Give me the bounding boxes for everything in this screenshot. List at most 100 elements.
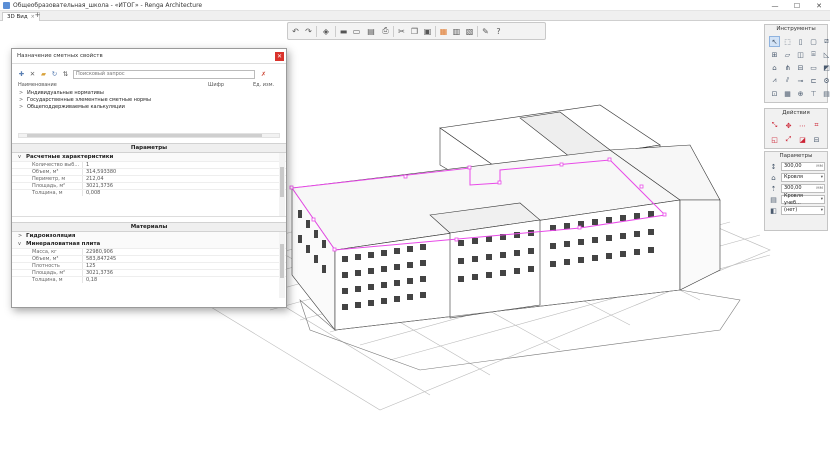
scrollbar-thumb[interactable]	[27, 134, 262, 137]
tree-item[interactable]: > Общеподдерживаемые калькуляции	[12, 103, 286, 110]
param-row[interactable]: Количество выб... 1	[12, 161, 286, 168]
roof-icon[interactable]: ⌂	[769, 62, 780, 73]
door-icon[interactable]: ▢	[808, 36, 819, 47]
axis-icon[interactable]: ⊕	[795, 88, 806, 99]
add-icon[interactable]: ✚	[18, 70, 25, 78]
cut-icon[interactable]: ✂	[396, 26, 407, 37]
level-icon[interactable]: ⊤	[808, 88, 819, 99]
layers-icon[interactable]: ▦	[438, 26, 449, 37]
param-row[interactable]: Масса, кг 22980,906	[12, 248, 286, 255]
expand-icon[interactable]: >	[19, 104, 27, 110]
sort-icon[interactable]: ⇅	[62, 70, 69, 78]
copy-icon[interactable]: ⤢	[783, 134, 794, 145]
move-icon[interactable]: ⤡	[769, 120, 780, 131]
scale-icon[interactable]: ⌗	[811, 120, 822, 131]
ramp-icon[interactable]: ◺	[821, 49, 830, 60]
refresh-icon[interactable]: ↻	[51, 70, 58, 78]
material-group[interactable]: v Минераловатная плита	[12, 240, 286, 248]
walls-icon[interactable]: ▬	[338, 26, 349, 37]
search-input[interactable]	[73, 69, 255, 79]
measure-icon[interactable]: ⊡	[769, 88, 780, 99]
drawing-icon[interactable]: ▤	[821, 88, 830, 99]
param-row[interactable]: Толщина, м 0,18	[12, 276, 286, 283]
column-unit[interactable]: Ед. изм.	[253, 82, 274, 88]
print-icon[interactable]: ⎙	[380, 26, 391, 37]
height-field[interactable]: 300,00 мм	[781, 162, 825, 171]
rebar-icon[interactable]: ⫽	[782, 75, 793, 86]
tree-item[interactable]: > Индивидуальные нормативы	[12, 89, 286, 96]
undo-icon[interactable]: ↶	[290, 26, 301, 37]
cursor-icon[interactable]: ↖	[769, 36, 780, 47]
floor-icon[interactable]: ▭	[351, 26, 362, 37]
param-row[interactable]: Объем, м³ 314,593380	[12, 168, 286, 175]
minimize-button[interactable]: —	[764, 0, 786, 11]
material-select[interactable]: (нет) ▾	[781, 206, 825, 215]
equipment-icon[interactable]: ⚙	[821, 75, 830, 86]
stair-icon[interactable]: ⌸	[808, 49, 819, 60]
plate-icon[interactable]: ▭	[808, 62, 819, 73]
close-window-button[interactable]: ✕	[808, 0, 830, 11]
align-icon[interactable]: ◪	[797, 134, 808, 145]
text-icon[interactable]: ▦	[782, 88, 793, 99]
delete-icon[interactable]: ✕	[29, 70, 36, 78]
param-row[interactable]: Плотность 125	[12, 262, 286, 269]
wall-icon[interactable]: ⬚	[782, 36, 793, 47]
column-name[interactable]: Наименование	[18, 82, 208, 88]
expand-icon[interactable]: >	[19, 97, 27, 103]
param-row[interactable]: Площадь, м² 3021,3736	[12, 182, 286, 189]
slab-icon[interactable]: ▱	[782, 49, 793, 60]
duct-icon[interactable]: ⊏	[808, 75, 819, 86]
grid-icon[interactable]: ▥	[451, 26, 462, 37]
chevron-down-icon[interactable]: ▾	[821, 207, 824, 214]
tab-bar: 3D Вид × +	[0, 11, 830, 21]
style-select[interactable]: Кровля учеб... ▾	[781, 193, 825, 206]
room-icon[interactable]: ◫	[795, 49, 806, 60]
calc-icon[interactable]: ▧	[464, 26, 475, 37]
collapse-icon[interactable]: v	[18, 154, 26, 160]
redo-icon[interactable]: ↷	[303, 26, 314, 37]
param-row[interactable]: Площадь, м² 3021,3736	[12, 269, 286, 276]
expand-icon[interactable]: >	[19, 90, 27, 96]
dialog-close-button[interactable]: ✕	[275, 52, 284, 61]
tree-item[interactable]: > Государственные элементные сметные нор…	[12, 96, 286, 103]
level-select[interactable]: Кровля ▾	[781, 173, 825, 182]
materials-scrollbar[interactable]	[279, 232, 285, 298]
rotate-icon[interactable]: ✥	[783, 120, 794, 131]
material-group[interactable]: > Гидроизоляция	[12, 232, 286, 240]
param-row[interactable]: Объем, м³ 583,847245	[12, 255, 286, 262]
beam-icon[interactable]: ⧄	[821, 36, 830, 47]
column-code[interactable]: Шифр	[208, 82, 253, 88]
folder-icon[interactable]: ▰	[40, 70, 47, 78]
add-tab-button[interactable]: +	[33, 12, 42, 20]
settings-icon[interactable]: ✎	[480, 26, 491, 37]
chevron-down-icon[interactable]: ▾	[821, 174, 824, 181]
help-icon[interactable]: ?	[493, 26, 504, 37]
params-group[interactable]: v Расчетные характеристики	[12, 153, 286, 161]
scrollbar-thumb[interactable]	[280, 244, 284, 278]
opening-icon[interactable]: ⊟	[795, 62, 806, 73]
mirror-icon[interactable]: ⋯	[797, 120, 808, 131]
delete-icon[interactable]: ⊟	[811, 134, 822, 145]
clear-search-icon[interactable]: ✗	[261, 71, 266, 78]
section-icon[interactable]: ▤	[364, 26, 378, 37]
railing-icon[interactable]: ⋔	[782, 62, 793, 73]
maximize-button[interactable]: ☐	[786, 0, 808, 11]
param-row[interactable]: Периметр, м 212,04	[12, 175, 286, 182]
array-icon[interactable]: ◱	[769, 134, 780, 145]
column-icon[interactable]: ▯	[795, 36, 806, 47]
element-icon[interactable]: ◩	[821, 62, 830, 73]
view-cube-icon[interactable]: ◈	[319, 26, 333, 37]
chevron-down-icon[interactable]: ▾	[821, 196, 824, 203]
horizontal-scrollbar[interactable]	[18, 133, 280, 138]
truss-icon[interactable]: ⩘	[769, 75, 780, 86]
collapse-icon[interactable]: v	[18, 241, 26, 247]
copy-icon[interactable]: ❐	[409, 26, 420, 37]
params-scrollbar[interactable]	[279, 153, 285, 216]
pipe-icon[interactable]: ⊸	[795, 75, 806, 86]
window-icon[interactable]: ⊞	[769, 49, 780, 60]
tree-header: Наименование Шифр Ед. изм.	[12, 80, 286, 89]
expand-icon[interactable]: >	[18, 233, 26, 239]
scrollbar-thumb[interactable]	[280, 167, 284, 197]
paste-icon[interactable]: ▣	[422, 26, 433, 37]
param-row[interactable]: Толщина, м 0,008	[12, 189, 286, 196]
